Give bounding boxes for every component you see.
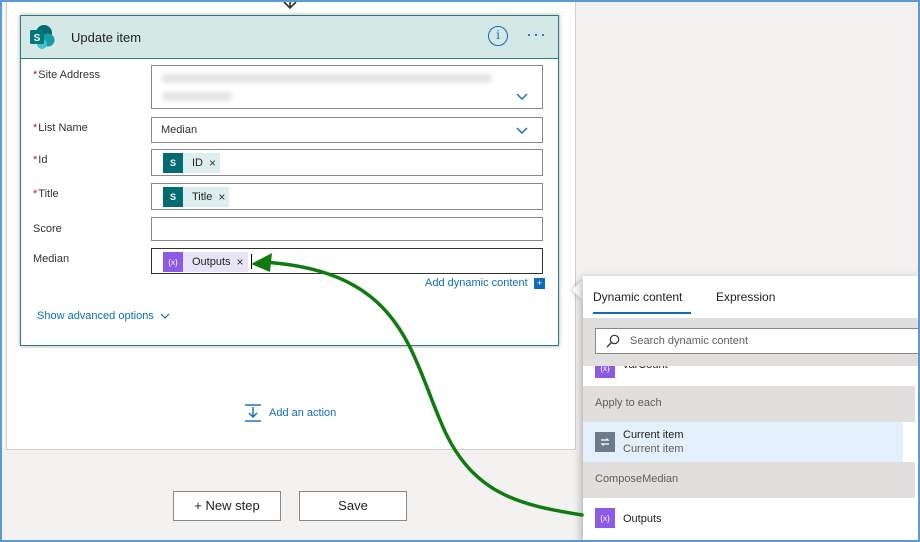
blurred-site-address [162,74,492,83]
more-options-icon[interactable]: ··· [526,24,547,45]
sharepoint-token-icon: S [163,153,183,173]
remove-token-icon[interactable]: × [237,255,244,269]
variable-token-icon: {x} [163,252,183,272]
title-token-label: Title [192,191,213,203]
search-icon [606,334,620,348]
chevron-down-icon[interactable] [160,313,170,319]
id-token[interactable]: S ID × [163,153,221,173]
item-title: varCount [623,366,668,371]
active-tab-indicator [593,312,691,314]
sharepoint-logo-icon: S [30,25,55,49]
id-field[interactable]: S ID × [151,149,543,176]
list-item-varcount[interactable]: {x} varCount [583,366,915,386]
site-address-label: *Site Address [33,69,101,81]
info-icon[interactable]: i [488,26,508,46]
median-field[interactable]: {x} Outputs × [151,248,543,274]
title-field[interactable]: S Title × [151,183,543,210]
search-area [583,318,920,366]
item-subtitle: Current item [623,443,684,455]
list-name-value: Median [161,124,198,136]
connector-arrow-icon [283,0,297,10]
section-title: ComposeMedian [595,473,679,485]
tab-dynamic-content[interactable]: Dynamic content [593,290,682,304]
id-label: *Id [33,154,48,166]
add-action-icon[interactable] [243,403,263,423]
item-title: Outputs [623,513,662,525]
variable-icon: {x} [595,508,615,528]
chevron-down-icon[interactable] [516,93,528,101]
chevron-down-icon[interactable] [516,127,528,135]
list-item-outputs[interactable]: {x} Outputs [583,498,915,538]
outputs-token-label: Outputs [192,256,231,268]
title-token[interactable]: S Title × [163,187,230,207]
add-dynamic-content-link[interactable]: Add dynamic content [425,277,528,289]
new-step-button[interactable]: + New step [173,491,281,521]
list-name-dropdown[interactable]: Median [151,117,543,143]
search-box[interactable] [595,328,920,354]
sharepoint-token-icon: S [163,187,183,207]
remove-token-icon[interactable]: × [209,156,216,170]
blurred-site-address-line2 [162,92,232,101]
score-label: Score [33,223,62,235]
list-item-current-item[interactable]: Current item Current item [583,422,915,462]
title-label: *Title [33,188,59,200]
section-compose-median: ComposeMedian [583,462,915,498]
svg-text:S: S [34,33,41,44]
show-advanced-options-link[interactable]: Show advanced options [37,310,154,322]
site-address-field[interactable] [151,65,543,109]
variable-icon: {x} [595,366,615,378]
card-header[interactable]: S Update item i ··· [21,16,558,59]
save-button[interactable]: Save [299,491,407,521]
score-input[interactable] [151,217,543,241]
text-cursor [251,254,252,269]
item-hover-bg [583,422,903,462]
item-title: Current item [623,429,684,441]
remove-token-icon[interactable]: × [218,190,225,204]
outputs-token[interactable]: {x} Outputs × [163,252,248,272]
median-label: Median [33,253,70,265]
list-name-label: *List Name [33,122,88,134]
add-an-action-link[interactable]: Add an action [269,407,336,419]
search-input[interactable] [630,333,910,349]
id-token-label: ID [192,157,203,169]
loop-icon [595,432,615,452]
card-title: Update item [71,30,142,45]
tab-expression[interactable]: Expression [716,290,775,304]
add-dynamic-content-icon[interactable]: + [534,278,545,289]
dynamic-content-panel: Dynamic content Expression {x} varCount … [583,276,920,542]
section-title: Apply to each [595,397,662,409]
update-item-card: S Update item i ··· *Site Address *List … [20,15,559,346]
section-apply-to-each: Apply to each [583,386,915,422]
